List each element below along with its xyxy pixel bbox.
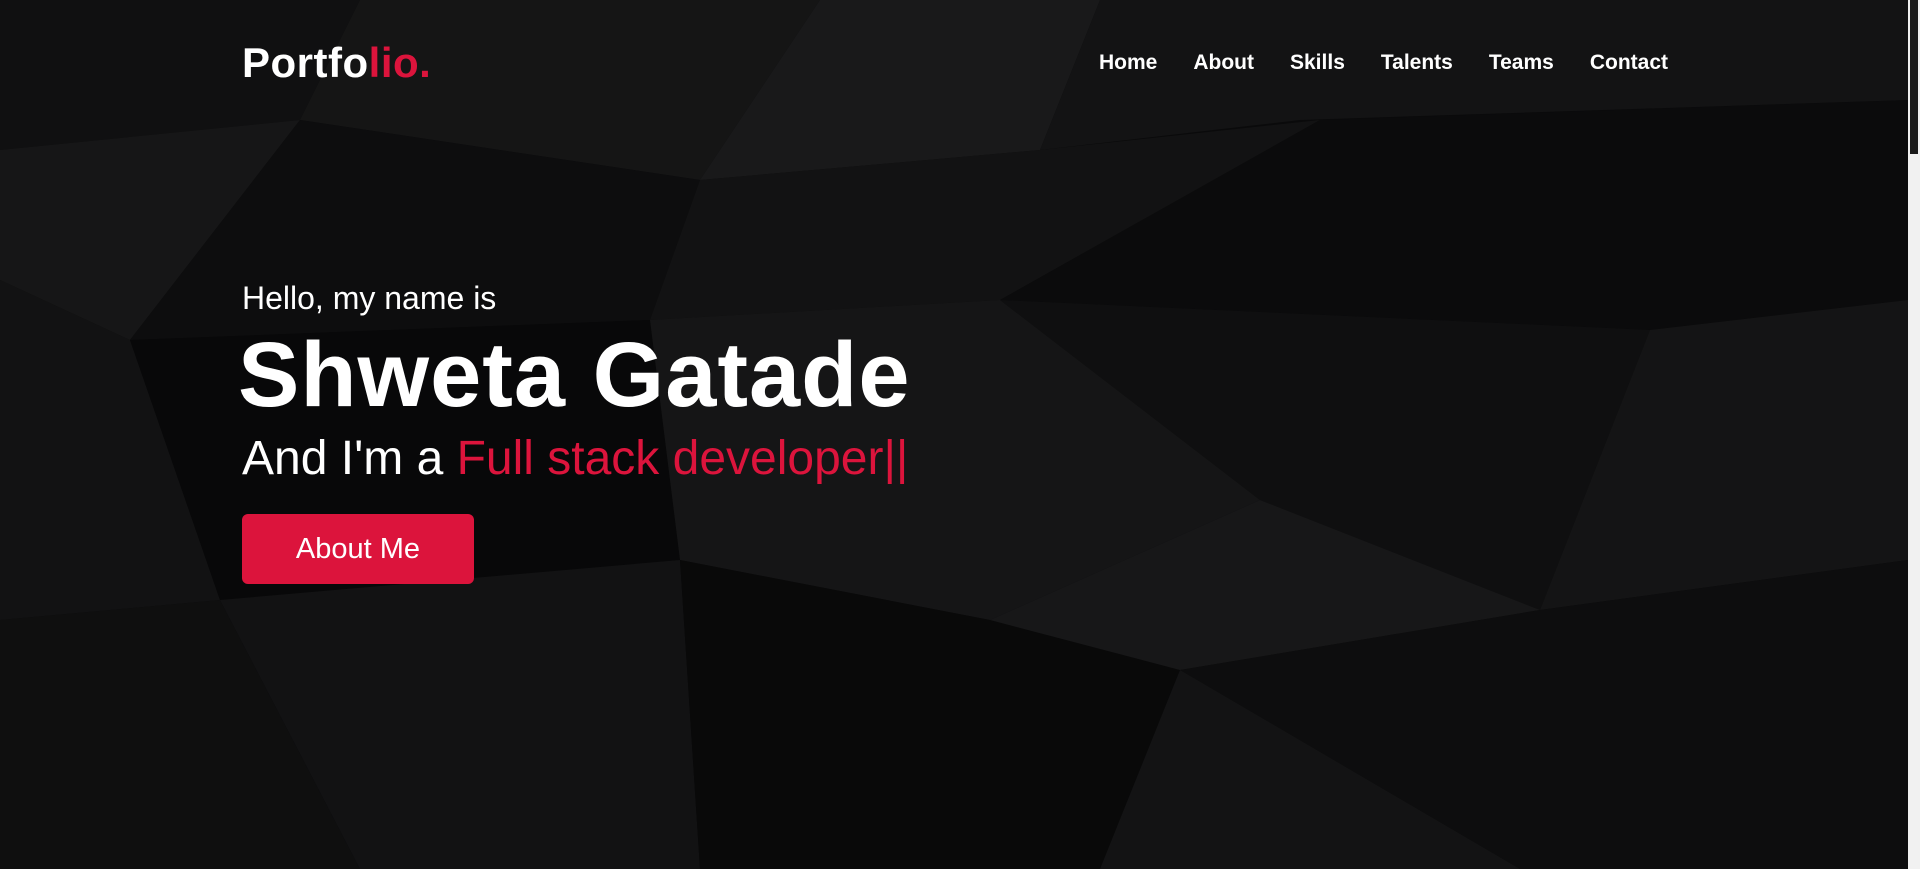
nav-item-skills: Skills <box>1290 38 1345 88</box>
nav-link-teams[interactable]: Teams <box>1489 38 1554 88</box>
hero-greeting: Hello, my name is <box>242 280 497 316</box>
nav-item-talents: Talents <box>1381 38 1453 88</box>
top-navbar: Portfolio. Home About Skills Talents Tea… <box>242 38 1668 88</box>
nav-link-contact[interactable]: Contact <box>1590 38 1668 88</box>
hero-role-line: And I'm a Full stack developer|| <box>242 426 1142 492</box>
nav-link-home[interactable]: Home <box>1099 38 1157 88</box>
about-me-button[interactable]: About Me <box>242 514 474 584</box>
hero-role-typed: Full stack developer|| <box>456 432 909 485</box>
nav-menu: Home About Skills Talents Teams Contact <box>1063 38 1668 88</box>
nav-link-about[interactable]: About <box>1193 38 1254 88</box>
home-hero-section: Portfolio. Home About Skills Talents Tea… <box>0 0 1920 869</box>
hero-content: Hello, my name is Shweta Gatade And I'm … <box>238 272 1142 584</box>
page-scrollbar[interactable] <box>1908 0 1920 869</box>
brand-text-main: Portfo <box>242 39 369 86</box>
brand-text-accent: lio. <box>368 39 432 86</box>
nav-item-teams: Teams <box>1489 38 1554 88</box>
hero-name: Shweta Gatade <box>238 324 911 426</box>
nav-link-talents[interactable]: Talents <box>1381 38 1453 88</box>
nav-link-skills[interactable]: Skills <box>1290 38 1345 88</box>
scrollbar-thumb[interactable] <box>1910 0 1918 154</box>
nav-item-about: About <box>1193 38 1254 88</box>
brand-logo[interactable]: Portfolio. <box>242 38 431 88</box>
hero-role-prefix: And I'm a <box>242 432 457 485</box>
nav-item-home: Home <box>1099 38 1157 88</box>
nav-item-contact: Contact <box>1590 38 1668 88</box>
